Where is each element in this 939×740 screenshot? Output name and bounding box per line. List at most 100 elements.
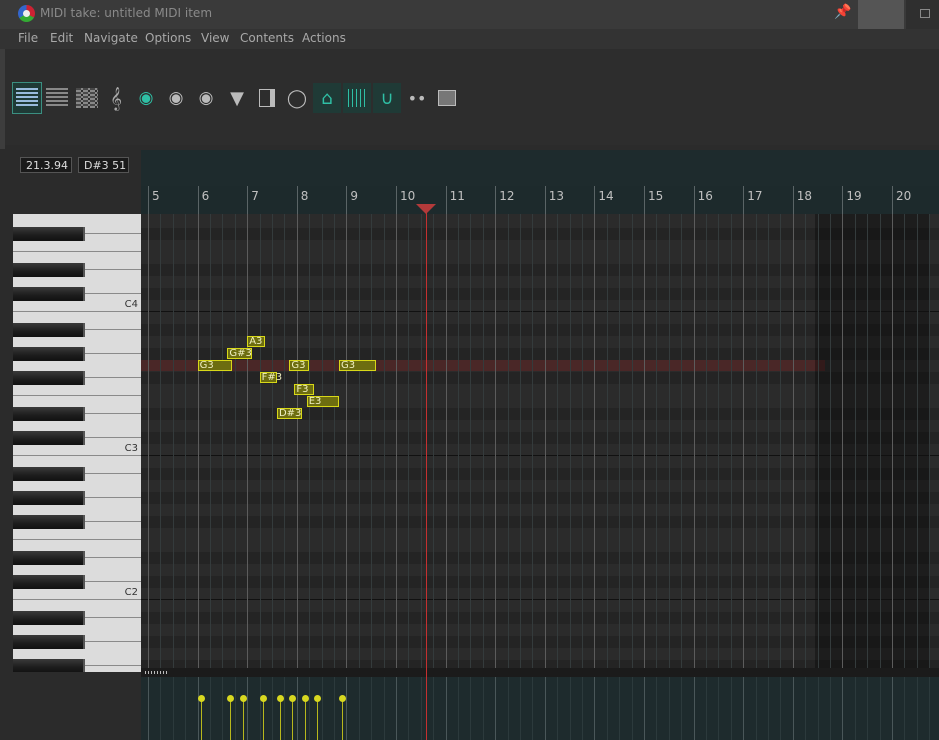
black-key[interactable] xyxy=(13,371,85,385)
menu-actions[interactable]: Actions xyxy=(302,31,346,45)
pin-icon[interactable]: 📌 xyxy=(834,4,851,22)
velocity-stem[interactable] xyxy=(242,699,244,740)
black-key[interactable] xyxy=(13,575,85,589)
velocity-stem[interactable] xyxy=(279,699,281,740)
cc-grid-line xyxy=(879,677,881,740)
velocity-handle[interactable] xyxy=(227,695,235,702)
midi-note[interactable]: G3 xyxy=(338,360,377,371)
midi-note[interactable]: F3 xyxy=(294,384,315,395)
velocity-lane[interactable] xyxy=(141,677,939,740)
cc-grid-line xyxy=(185,677,187,740)
velocity-handle[interactable] xyxy=(259,695,267,702)
black-key[interactable] xyxy=(13,635,85,649)
ruler-tick xyxy=(743,186,745,214)
midi-note[interactable]: D#3 xyxy=(276,408,302,419)
grid-toggle-button[interactable] xyxy=(343,83,371,113)
menu-edit[interactable]: Edit xyxy=(50,31,73,45)
octave-line xyxy=(141,311,939,312)
white-key-edge[interactable] xyxy=(13,539,141,540)
piano-roll-grid[interactable]: A3 G#3 G3 G3 G3 F#3 F3 E3 D#3 xyxy=(141,214,939,672)
timeline-ruler[interactable]: 5 6 7 8 9 10 11 12 13 14 15 16 17 18 19 20 xyxy=(141,186,939,214)
black-key[interactable] xyxy=(13,431,85,445)
black-key[interactable] xyxy=(13,407,85,421)
midi-note[interactable]: G3 xyxy=(289,360,310,371)
black-key[interactable] xyxy=(13,287,85,301)
velocity-handle[interactable] xyxy=(239,695,247,702)
link-icon: ⌂ xyxy=(321,87,333,109)
menu-file[interactable]: File xyxy=(18,31,38,45)
midi-note[interactable]: A3 xyxy=(247,336,265,347)
insert-button[interactable] xyxy=(435,83,459,113)
beat-line xyxy=(222,214,224,672)
ruler-tick xyxy=(197,186,199,214)
black-key[interactable] xyxy=(13,515,85,529)
octave-label: C2 xyxy=(124,587,138,598)
treble-clef-button[interactable]: 𝄞 xyxy=(105,83,127,113)
black-key[interactable] xyxy=(13,551,85,565)
menu-contents[interactable]: Contents xyxy=(240,31,294,45)
midi-note[interactable]: G#3 xyxy=(227,348,253,359)
black-key[interactable] xyxy=(13,611,85,625)
velocity-handle[interactable] xyxy=(276,695,284,702)
velocity-stem[interactable] xyxy=(200,699,202,740)
treble-clef-icon: 𝄞 xyxy=(110,86,122,110)
black-key[interactable] xyxy=(13,227,85,241)
lane-divider[interactable] xyxy=(141,668,939,677)
menu-options[interactable]: Options xyxy=(145,31,191,45)
panel-toggle-button[interactable] xyxy=(255,83,279,113)
beat-line xyxy=(259,214,261,672)
maximize-button[interactable] xyxy=(858,0,904,29)
beat-line xyxy=(383,214,385,672)
cc-grid-line xyxy=(532,677,534,740)
black-key[interactable] xyxy=(13,263,85,277)
velocity-stem[interactable] xyxy=(304,699,306,740)
white-key-edge[interactable] xyxy=(13,311,141,312)
restore-button[interactable] xyxy=(906,0,939,29)
velocity-stem[interactable] xyxy=(317,699,319,740)
white-key-edge[interactable] xyxy=(13,455,141,456)
quantize-button[interactable]: ◯ xyxy=(285,83,309,113)
velocity-handle[interactable] xyxy=(289,695,297,702)
cc-grid-line xyxy=(619,677,621,740)
velocity-handle[interactable] xyxy=(338,695,346,702)
white-key-edge[interactable] xyxy=(13,599,141,600)
snap-magnet-button[interactable]: ∪ xyxy=(373,83,401,113)
palette-color-3-button[interactable]: ◉ xyxy=(193,83,219,113)
white-key-edge[interactable] xyxy=(13,395,141,396)
velocity-handle[interactable] xyxy=(314,695,322,702)
menu-view[interactable]: View xyxy=(201,31,229,45)
beat-line xyxy=(532,214,534,672)
cc-grid-line xyxy=(929,677,931,740)
velocity-stem[interactable] xyxy=(292,699,294,740)
link-button[interactable]: ⌂ xyxy=(313,83,341,113)
black-key[interactable] xyxy=(13,467,85,481)
black-key[interactable] xyxy=(13,659,85,672)
white-key-edge[interactable] xyxy=(13,251,141,252)
piano-keyboard[interactable]: C4 C3 C2 xyxy=(13,214,141,672)
midi-note[interactable]: F#3 xyxy=(259,372,282,383)
beat-line xyxy=(619,214,621,672)
velocity-handle[interactable] xyxy=(197,695,205,702)
palette-color-2-button[interactable]: ◉ xyxy=(163,83,189,113)
midi-note[interactable]: G3 xyxy=(197,360,233,371)
velocity-stem[interactable] xyxy=(341,699,343,740)
velocity-handle[interactable] xyxy=(301,695,309,702)
black-key[interactable] xyxy=(13,491,85,505)
step-input-button[interactable]: •• xyxy=(405,83,429,113)
view-matrix-button[interactable] xyxy=(73,83,101,113)
black-key[interactable] xyxy=(13,347,85,361)
velocity-stem[interactable] xyxy=(230,699,232,740)
midi-note[interactable]: E3 xyxy=(306,396,339,407)
resize-grip-icon[interactable] xyxy=(145,671,167,674)
velocity-stem[interactable] xyxy=(262,699,264,740)
playhead-marker-icon[interactable] xyxy=(415,204,436,214)
menu-navigate[interactable]: Navigate xyxy=(84,31,138,45)
palette-color-button[interactable]: ◉ xyxy=(133,83,159,113)
black-key[interactable] xyxy=(13,323,85,337)
view-grid-button[interactable] xyxy=(43,83,71,113)
playhead-line[interactable] xyxy=(425,204,427,740)
view-list-button[interactable] xyxy=(12,82,42,114)
filter-button[interactable]: ▼ xyxy=(225,83,249,113)
ruler-tick xyxy=(296,186,298,214)
cc-grid-line xyxy=(470,677,472,740)
